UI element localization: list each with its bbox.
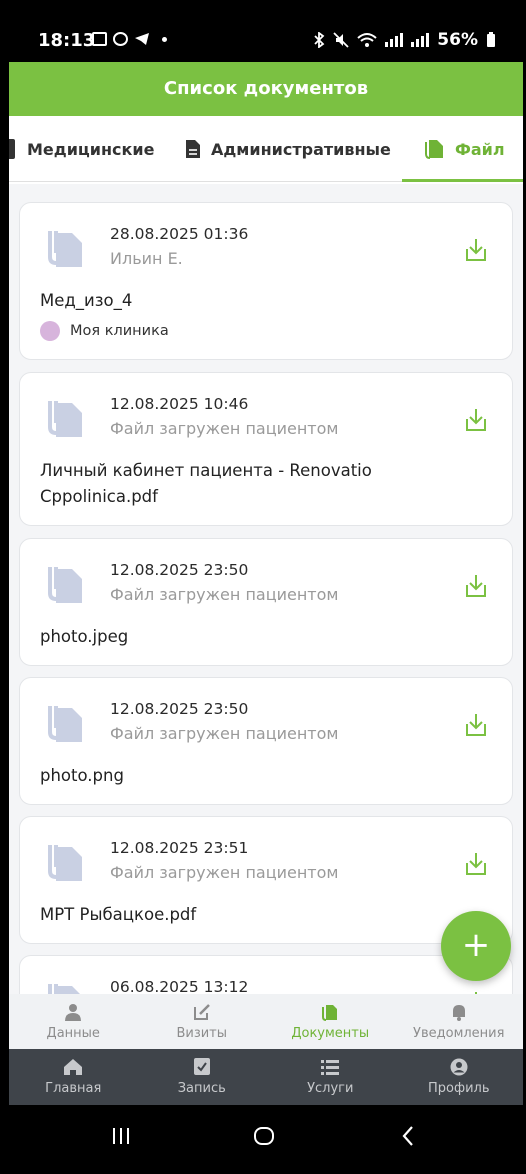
download-icon[interactable] [464,573,488,599]
telegram-icon [135,33,149,45]
subnav-item-documents[interactable]: Документы [266,994,395,1049]
mainnav-label: Запись [177,1081,226,1096]
document-card[interactable]: 12.08.2025 10:46 Файл загружен пациентом… [19,372,513,526]
document-tabs: Медицинские Административные Файл [9,116,523,182]
attachment-file-icon [48,845,82,881]
file-icon [425,140,443,159]
signal-icon-2 [411,33,430,47]
recent-apps-icon[interactable] [110,1125,132,1147]
document-uploader: Файл загружен пациентом [110,724,339,743]
document-date: 12.08.2025 23:50 [110,561,249,579]
download-icon[interactable] [464,407,488,433]
battery-level: 56% [437,30,478,50]
battery-icon [487,32,495,47]
attachment-file-icon [48,984,80,994]
home-button-icon[interactable] [253,1125,275,1147]
document-card[interactable]: 12.08.2025 23:50 Файл загружен пациентом… [19,677,513,805]
subnav-label: Данные [46,1025,100,1041]
status-bar: 18:13 56% [0,0,526,62]
section-nav: Данные Визиты Документы Уведомления [9,994,523,1049]
clinic-name: Моя клиника [70,323,169,339]
chat-icon [113,32,128,46]
subnav-item-data[interactable]: Данные [9,994,138,1049]
download-icon[interactable] [464,237,488,263]
document-uploader: Файл загружен пациентом [110,585,339,604]
mainnav-label: Услуги [307,1081,354,1096]
document-card[interactable]: 12.08.2025 23:51 Файл загружен пациентом… [19,816,513,944]
document-uploader: Файл загружен пациентом [110,863,339,882]
status-time: 18:13 [38,30,96,51]
mainnav-item-booking[interactable]: Запись [138,1049,267,1105]
edit-icon [193,1003,210,1020]
tab-administrative[interactable]: Административные [185,116,391,182]
tab-label: Файл [455,139,505,159]
attachment-file-icon [48,401,82,437]
download-icon[interactable] [464,712,488,738]
subnav-item-visits[interactable]: Визиты [138,994,267,1049]
document-filename: photo.png [40,766,124,785]
subnav-item-notifications[interactable]: Уведомления [395,994,524,1049]
app-window: Список документов Медицинские Администра… [9,62,523,1105]
tab-label: Административные [211,139,391,159]
documents-icon [322,1004,338,1021]
clinic-color-dot [40,321,60,341]
home-icon [64,1059,83,1075]
notification-icons [92,32,167,46]
attachment-file-icon [48,567,82,603]
mainnav-item-home[interactable]: Главная [9,1049,138,1105]
document-date: 06.08.2025 13:12 [110,978,249,994]
document-list: 28.08.2025 01:36 Ильин Е. Мед_изо_4 Моя … [9,184,523,994]
tab-file[interactable]: Файл [423,116,505,182]
user-icon [65,1003,82,1021]
medical-doc-icon [9,139,15,159]
subnav-label: Уведомления [413,1025,505,1041]
checkbox-icon [193,1058,210,1075]
mainnav-label: Профиль [427,1081,490,1096]
mainnav-item-profile[interactable]: Профиль [395,1049,524,1105]
system-status: 56% [313,30,496,50]
more-notifications-icon [162,36,167,42]
bell-icon [452,1004,465,1021]
system-nav-bar [0,1105,526,1174]
document-card[interactable]: 06.08.2025 13:12 [19,955,513,994]
document-card[interactable]: 12.08.2025 23:50 Файл загружен пациентом… [19,538,513,666]
wifi-icon [357,33,377,47]
document-date: 12.08.2025 23:50 [110,700,249,718]
document-icon [186,140,200,158]
document-card[interactable]: 28.08.2025 01:36 Ильин Е. Мед_изо_4 Моя … [19,202,513,360]
bluetooth-icon [314,32,325,48]
back-icon[interactable] [398,1125,420,1147]
document-author: Ильин Е. [110,249,183,268]
add-document-button[interactable]: + [441,911,511,981]
document-filename: МРТ Рыбацкое.pdf [40,905,197,924]
document-uploader: Файл загружен пациентом [110,419,339,438]
page-title: Список документов [9,62,523,116]
document-date: 12.08.2025 23:51 [110,839,249,857]
active-tab-indicator [402,179,523,182]
document-filename: Личный кабинет пациента - Renovatio Cppo… [40,461,372,506]
mainnav-label: Главная [45,1081,102,1096]
tab-label: Медицинские [27,139,155,159]
clinic-tag: Моя клиника [40,321,169,341]
mainnav-item-services[interactable]: Услуги [266,1049,395,1105]
attachment-file-icon [48,706,82,742]
profile-icon [450,1058,468,1076]
document-date: 12.08.2025 10:46 [110,395,249,413]
mute-icon [333,32,349,48]
list-icon [321,1060,340,1075]
subnav-label: Визиты [176,1025,228,1041]
main-nav: Главная Запись Услуги Профиль [9,1049,523,1105]
tab-medical[interactable]: Медицинские [9,116,154,182]
signal-icon [385,33,404,47]
gallery-icon [92,32,107,46]
document-filename: photo.jpeg [40,627,129,646]
document-filename: Мед_изо_4 [40,291,133,310]
subnav-label: Документы [291,1025,370,1041]
download-icon[interactable] [464,851,488,877]
document-date: 28.08.2025 01:36 [110,225,249,243]
attachment-file-icon [48,231,82,267]
